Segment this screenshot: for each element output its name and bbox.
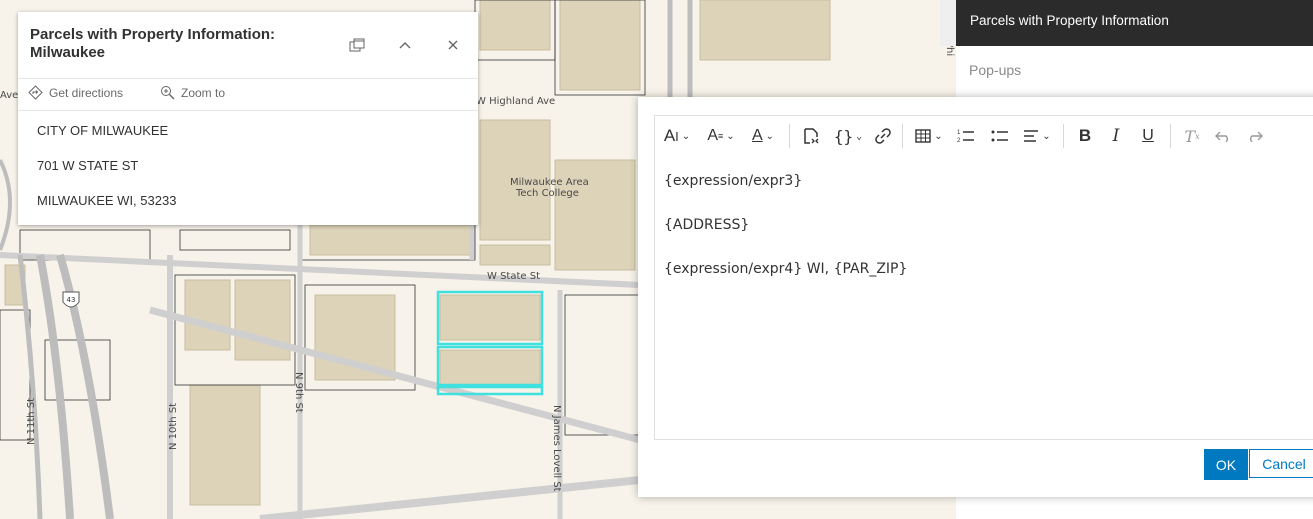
panel-edge	[940, 0, 956, 46]
chevron-up-icon[interactable]	[394, 34, 416, 56]
zoom-to-button[interactable]: Zoom to	[160, 85, 225, 100]
street-label-ave-fragment: Ave	[0, 90, 18, 101]
highway-shield: 43	[62, 291, 80, 308]
font-family-icon[interactable]: A ≡ ⌄	[699, 116, 743, 156]
font-color-icon[interactable]: A ⌄	[743, 116, 783, 156]
bold-icon[interactable]: B	[1070, 116, 1100, 156]
side-panel-title: Parcels with Property Information	[970, 13, 1169, 28]
ok-button[interactable]: OK	[1204, 449, 1248, 480]
editor-content-area[interactable]: {expression/expr3} {ADDRESS} {expression…	[654, 155, 1313, 440]
street-label-w-highland-ave: W Highland Ave	[476, 96, 555, 107]
side-panel-subtitle: Pop-ups	[969, 62, 1022, 78]
popup-city-zip: MILWAUKEE WI, 53233	[37, 193, 177, 208]
bulleted-list-icon[interactable]	[983, 116, 1017, 156]
popup-address: 701 W STATE ST	[37, 158, 139, 173]
svg-text:1: 1	[957, 130, 961, 136]
street-label-n-10th-st: N 10th St	[168, 403, 179, 450]
get-directions-button[interactable]: Get directions	[28, 85, 123, 100]
editor-toolbar: A I ⌄ A ≡ ⌄ A ⌄ {} ⌄ ⌄ 12 ⌄ B I U Tx	[654, 115, 1313, 157]
side-panel-header: Parcels with Property Information	[956, 0, 1313, 46]
cancel-button[interactable]: Cancel	[1249, 449, 1313, 478]
zoom-to-label: Zoom to	[181, 85, 226, 100]
street-label-n-9th-st: N 9th St	[293, 372, 304, 413]
street-label-n-james-lovell-st: N James Lovell St	[551, 405, 562, 492]
underline-icon[interactable]: U	[1132, 116, 1164, 156]
zoom-icon	[161, 86, 175, 100]
feature-popup: Parcels with Property Information: Milwa…	[18, 12, 478, 225]
svg-text:2: 2	[957, 138, 961, 144]
redo-icon[interactable]	[1239, 116, 1271, 156]
get-directions-label: Get directions	[49, 85, 124, 100]
poi-label-line1: Milwaukee Area	[510, 177, 589, 188]
street-label-w-state-st: W State St	[487, 271, 540, 282]
font-size-icon[interactable]: A I ⌄	[655, 116, 699, 156]
close-icon[interactable]	[442, 34, 464, 56]
text-editor-dialog: A I ⌄ A ≡ ⌄ A ⌄ {} ⌄ ⌄ 12 ⌄ B I U Tx {ex…	[638, 97, 1313, 497]
insert-content-icon[interactable]	[796, 116, 826, 156]
dock-icon[interactable]	[346, 34, 368, 56]
popup-owner: CITY OF MILWAUKEE	[37, 123, 169, 138]
expression-braces-icon[interactable]: {} ⌄	[826, 116, 870, 156]
table-icon[interactable]: ⌄	[909, 116, 949, 156]
building	[479, 0, 551, 51]
directions-icon	[28, 85, 43, 100]
undo-icon[interactable]	[1207, 116, 1239, 156]
popup-title: Parcels with Property Information: Milwa…	[30, 26, 276, 61]
poi-label-line2: Tech College	[515, 188, 579, 199]
editor-line-expr4-zip[interactable]: {expression/expr4} WI, {PAR_ZIP}	[664, 261, 907, 277]
numbered-list-icon[interactable]: 12	[949, 116, 983, 156]
link-icon[interactable]	[870, 116, 896, 156]
highway-shield-label: 43	[67, 296, 76, 304]
street-label-n-11th-st: N 11th St	[26, 398, 37, 445]
popup-actions: Get directions Zoom to	[18, 78, 478, 111]
italic-icon[interactable]: I	[1100, 116, 1132, 156]
editor-line-expr3[interactable]: {expression/expr3}	[664, 173, 802, 189]
editor-line-address[interactable]: {ADDRESS}	[664, 217, 749, 233]
clear-format-icon[interactable]: Tx	[1177, 116, 1207, 156]
align-icon[interactable]: ⌄	[1017, 116, 1057, 156]
